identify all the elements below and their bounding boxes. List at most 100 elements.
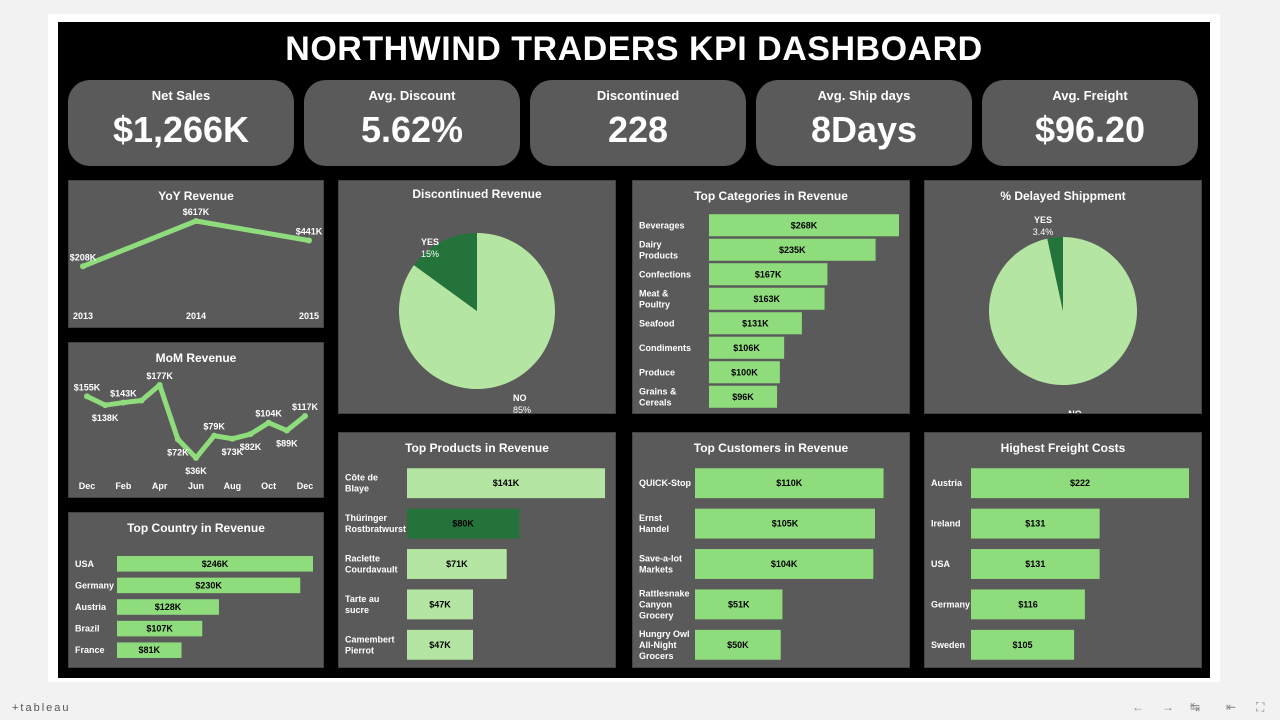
kpi-discontinued[interactable]: Discontinued 228 bbox=[530, 80, 746, 166]
bar-value-label: $167K bbox=[755, 269, 782, 279]
kpi-avg-ship-days[interactable]: Avg. Ship days 8Days bbox=[756, 80, 972, 166]
kpi-net-sales[interactable]: Net Sales $1,266K bbox=[68, 80, 294, 166]
category-label: Condiments bbox=[639, 343, 691, 353]
data-label: $208K bbox=[70, 252, 97, 262]
data-point bbox=[306, 237, 312, 244]
kpi-value: 228 bbox=[607, 109, 669, 150]
bar-value-label: $100K bbox=[731, 367, 758, 377]
chart-svg: $246K USA $230K Germany $128K Austria $107K Bra… bbox=[75, 556, 313, 658]
top-categories-chart[interactable]: Top Categories in Revenue $268K Beverages… bbox=[632, 180, 910, 414]
slice-name-label: NO bbox=[513, 393, 527, 403]
freight-costs-chart[interactable]: Highest Freight Costs $222 Austria $131 Ire… bbox=[924, 432, 1202, 668]
bar-value-label: $80K bbox=[452, 519, 474, 529]
tableau-logo: +tableau bbox=[12, 702, 71, 714]
tick-label: Aug bbox=[224, 481, 242, 491]
fullscreen-icon[interactable]: ⛶ bbox=[1256, 700, 1264, 715]
category-label: Austria bbox=[75, 602, 107, 612]
bar-value-label: $105 bbox=[1013, 640, 1033, 650]
chart-svg: $268K Beverages $235K DairyProducts $167K Con… bbox=[639, 214, 899, 408]
top-products-chart[interactable]: Top Products in Revenue $141K Côte de Blay… bbox=[338, 432, 616, 668]
undo-icon[interactable]: ← bbox=[1132, 700, 1144, 714]
tick-label: Dec bbox=[297, 481, 314, 491]
category-label: Markets bbox=[639, 565, 673, 575]
chart-svg: $141K Côte deBlaye $80K ThüringerRostbratwu… bbox=[345, 468, 605, 660]
series-line bbox=[82, 218, 310, 269]
data-point bbox=[84, 393, 90, 400]
discontinued-revenue-chart[interactable]: Discontinued Revenue YES 15% NO 85% bbox=[338, 180, 616, 414]
chart-svg: $208K $617K $441K 2013 2014 2015 bbox=[70, 207, 323, 321]
data-label: $138K bbox=[92, 413, 119, 423]
category-label: Rostbratwurst bbox=[345, 524, 406, 534]
slice-name-label: YES bbox=[1034, 215, 1052, 225]
category-label: Dairy bbox=[639, 239, 662, 249]
data-label: $82K bbox=[240, 442, 262, 452]
category-label: Produce bbox=[639, 367, 675, 377]
bar-value-label: $235K bbox=[779, 245, 806, 255]
category-label: Grocers bbox=[639, 651, 674, 661]
tick-label: 2015 bbox=[299, 311, 319, 321]
tick-label: 2013 bbox=[73, 311, 93, 321]
bar-value-label: $104K bbox=[771, 559, 798, 569]
data-point bbox=[283, 427, 290, 434]
bar-value-label: $131 bbox=[1025, 519, 1045, 529]
data-point bbox=[229, 435, 236, 442]
delayed-shipment-chart[interactable]: % Delayed Shippment YES3.4%NO96.6% bbox=[924, 180, 1202, 414]
category-label: Germany bbox=[75, 580, 114, 590]
kpi-value: $1,266K bbox=[112, 109, 250, 150]
category-label: Thüringer bbox=[345, 513, 387, 523]
category-label: Camembert bbox=[345, 634, 395, 644]
bar-value-label: $128K bbox=[155, 602, 182, 612]
bar-value-label: $131 bbox=[1025, 559, 1045, 569]
category-label: Grains & bbox=[639, 386, 677, 396]
bar-value-label: $110K bbox=[776, 478, 803, 488]
category-label: Cereals bbox=[639, 397, 672, 407]
bar-value-label: $106K bbox=[733, 343, 760, 353]
yoy-revenue-chart[interactable]: YoY Revenue $208K $617K $441K 2013 2014 2015 bbox=[68, 180, 324, 328]
kpi-avg-discount[interactable]: Avg. Discount 5.62% bbox=[304, 80, 520, 166]
share-icon[interactable]: ↹ bbox=[1190, 700, 1200, 714]
data-point bbox=[211, 432, 218, 439]
kpi-label: Discontinued bbox=[596, 88, 680, 103]
kpi-value: $96.20 bbox=[1034, 109, 1146, 150]
slice-value-label: 15% bbox=[421, 249, 439, 259]
bar-value-label: $50K bbox=[727, 640, 749, 650]
bar-value-label: $116 bbox=[1018, 599, 1038, 609]
chart-svg: $222 Austria $131 Ireland $131 USA $116 Germany… bbox=[931, 468, 1189, 660]
bar-value-label: $47K bbox=[429, 599, 451, 609]
revert-icon[interactable]: ⇤ bbox=[1226, 700, 1236, 714]
category-label: Canyon bbox=[639, 599, 672, 609]
category-label: Meat & bbox=[639, 288, 669, 298]
chart-svg: YES3.4%NO96.6% bbox=[989, 215, 1137, 413]
category-label: Confections bbox=[639, 269, 691, 279]
data-point bbox=[102, 402, 109, 409]
page-title: NORTHWIND TRADERS KPI DASHBOARD bbox=[285, 30, 983, 68]
category-label: All-Night bbox=[639, 640, 677, 650]
tick-label: Feb bbox=[115, 481, 132, 491]
data-label: $155K bbox=[74, 382, 101, 392]
data-label: $36K bbox=[185, 466, 207, 476]
top-country-chart[interactable]: Top Country in Revenue $246K USA $230K Germ… bbox=[68, 512, 324, 668]
dashboard: NORTHWIND TRADERS KPI DASHBOARD Net Sale… bbox=[58, 22, 1210, 678]
tableau-footer bbox=[0, 698, 1280, 720]
data-label: $89K bbox=[276, 438, 298, 448]
redo-icon[interactable]: → bbox=[1162, 700, 1174, 714]
kpi-label: Avg. Freight bbox=[1052, 88, 1128, 103]
category-label: USA bbox=[75, 559, 95, 569]
kpi-value: 5.62% bbox=[360, 109, 464, 150]
category-label: Products bbox=[639, 250, 678, 260]
category-label: Rattlesnake bbox=[639, 588, 690, 598]
chart-svg: $110K QUICK-Stop $105K ErnstHandel $104K Save… bbox=[639, 468, 884, 661]
category-label: Hungry Owl bbox=[639, 629, 690, 639]
category-label: USA bbox=[931, 559, 951, 569]
data-label: $104K bbox=[255, 409, 282, 419]
bar-value-label: $96K bbox=[732, 392, 754, 402]
data-point bbox=[193, 454, 199, 461]
category-label: Blaye bbox=[345, 484, 369, 494]
tick-label: Apr bbox=[152, 481, 168, 491]
kpi-avg-freight[interactable]: Avg. Freight $96.20 bbox=[982, 80, 1198, 166]
category-label: Beverages bbox=[639, 220, 685, 230]
data-point bbox=[265, 419, 272, 426]
top-customers-chart[interactable]: Top Customers in Revenue $110K QUICK-Stop… bbox=[632, 432, 910, 668]
mom-revenue-chart[interactable]: MoM Revenue $155K $138K $143K $177K $72K $36K… bbox=[68, 342, 324, 498]
bar-value-label: $163K bbox=[754, 294, 781, 304]
